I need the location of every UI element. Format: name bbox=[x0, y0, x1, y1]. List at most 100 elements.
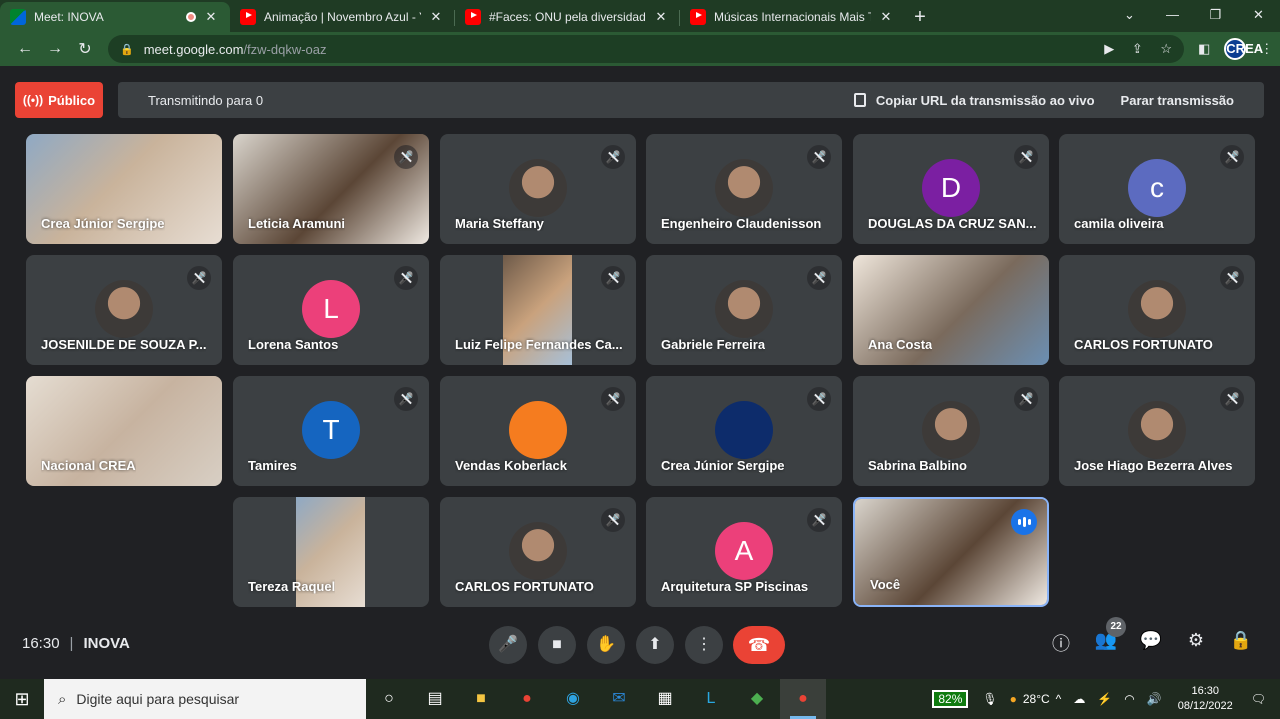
forward-arrow-icon[interactable]: → bbox=[40, 40, 70, 58]
app-l-icon[interactable]: L bbox=[688, 679, 734, 719]
chat-icon[interactable]: 💬 bbox=[1136, 630, 1166, 651]
mail-icon[interactable]: ✉ bbox=[596, 679, 642, 719]
side-panel-icon[interactable]: ◧ bbox=[1198, 41, 1210, 57]
muted-microphone-icon: 🎤 bbox=[394, 387, 418, 411]
participant-name: JOSENILDE DE SOUZA P... bbox=[41, 337, 207, 352]
leave-call-button[interactable]: ☎ bbox=[733, 626, 785, 664]
close-tab-icon[interactable]: ✕ bbox=[202, 9, 220, 25]
profile-avatar[interactable]: CREA bbox=[1224, 38, 1263, 60]
tab-youtube-3[interactable]: Músicas Internacionais Mais Toca ✕ bbox=[680, 2, 905, 32]
bookmark-star-icon[interactable]: ☆ bbox=[1160, 41, 1172, 56]
minimize-button[interactable]: — bbox=[1151, 0, 1194, 30]
avatar-logo bbox=[715, 401, 773, 459]
taskbar-search[interactable]: ⌕ Digite aqui para pesquisar bbox=[44, 679, 366, 719]
microphone-tray-icon[interactable]: 🎙 bbox=[982, 692, 997, 706]
meeting-details-icon[interactable]: ⓘ bbox=[1046, 630, 1076, 656]
file-explorer-icon[interactable]: ■ bbox=[458, 679, 504, 719]
participant-tile[interactable]: D 🎤 DOUGLAS DA CRUZ SAN... bbox=[853, 134, 1049, 244]
public-broadcast-button[interactable]: ((•)) Público bbox=[15, 82, 103, 118]
close-tab-icon[interactable]: ✕ bbox=[877, 9, 895, 25]
menu-dots-icon[interactable]: ⋮ bbox=[1260, 41, 1273, 57]
stop-broadcast-button[interactable]: Parar transmissão bbox=[1121, 93, 1234, 108]
participant-tile[interactable]: 🎤 Jose Hiago Bezerra Alves bbox=[1059, 376, 1255, 486]
maximize-button[interactable]: ❐ bbox=[1194, 0, 1237, 30]
participant-tile[interactable]: A 🎤 Arquitetura SP Piscinas bbox=[646, 497, 842, 607]
participant-tile[interactable]: Ana Costa bbox=[853, 255, 1049, 365]
muted-microphone-icon: 🎤 bbox=[601, 508, 625, 532]
weather-icon[interactable]: ● bbox=[1010, 692, 1017, 706]
tab-meet[interactable]: Meet: INOVA ✕ bbox=[0, 2, 230, 32]
avatar-photo bbox=[922, 401, 980, 459]
host-controls-icon[interactable]: 🔒 bbox=[1226, 630, 1256, 651]
camera-icon[interactable]: ▶ bbox=[1104, 41, 1114, 56]
participant-tile[interactable]: 🎤 Sabrina Balbino bbox=[853, 376, 1049, 486]
participant-tile[interactable]: Nacional CREA bbox=[26, 376, 222, 486]
recording-indicator-icon bbox=[186, 12, 196, 22]
participant-tile[interactable]: 🎤 Luiz Felipe Fernandes Ca... bbox=[440, 255, 636, 365]
app-green-icon[interactable]: ◆ bbox=[734, 679, 780, 719]
new-tab-button[interactable]: + bbox=[905, 2, 935, 32]
back-arrow-icon[interactable]: ← bbox=[10, 40, 40, 58]
copy-url-button[interactable]: Copiar URL da transmissão ao vivo bbox=[853, 93, 1095, 108]
task-view-icon[interactable]: ▤ bbox=[412, 679, 458, 719]
temperature[interactable]: 28°C bbox=[1023, 692, 1050, 706]
participant-tile[interactable]: Crea Júnior Sergipe bbox=[26, 134, 222, 244]
avatar-photo bbox=[95, 280, 153, 338]
muted-microphone-icon: 🎤 bbox=[1014, 387, 1038, 411]
participant-tile[interactable]: 🎤 Maria Steffany bbox=[440, 134, 636, 244]
present-screen-button[interactable]: ⬆ bbox=[636, 626, 674, 664]
chevron-up-icon[interactable]: ^ bbox=[1056, 692, 1062, 706]
cloud-icon[interactable]: ☁ bbox=[1073, 692, 1085, 706]
participant-tile[interactable]: 🎤 CARLOS FORTUNATO bbox=[440, 497, 636, 607]
participant-tile[interactable]: 🎤 Crea Júnior Sergipe bbox=[646, 376, 842, 486]
camera-button[interactable]: ■ bbox=[538, 626, 576, 664]
close-tab-icon[interactable]: ✕ bbox=[652, 9, 670, 25]
chrome-profile-icon[interactable]: ● bbox=[780, 679, 826, 719]
power-icon[interactable]: ⚡ bbox=[1097, 692, 1112, 706]
participant-name: Tamires bbox=[248, 458, 297, 473]
microphone-button[interactable]: 🎤 bbox=[489, 626, 527, 664]
participant-tile[interactable]: 🎤 Engenheiro Claudenisson bbox=[646, 134, 842, 244]
close-window-button[interactable]: ✕ bbox=[1237, 0, 1280, 30]
participant-tile[interactable]: L 🎤 Lorena Santos bbox=[233, 255, 429, 365]
tab-youtube-1[interactable]: Animação | Novembro Azul - You ✕ bbox=[230, 2, 455, 32]
youtube-icon bbox=[465, 9, 481, 25]
broadcast-status: Transmitindo para 0 bbox=[148, 92, 264, 108]
participant-tile[interactable]: Tereza Raquel bbox=[233, 497, 429, 607]
more-options-button[interactable]: ⋮ bbox=[685, 626, 723, 664]
participant-name: Sabrina Balbino bbox=[868, 458, 967, 473]
participant-name: Você bbox=[870, 577, 901, 592]
participant-tile[interactable]: 🎤 JOSENILDE DE SOUZA P... bbox=[26, 255, 222, 365]
tab-title: #Faces: ONU pela diversidade LG bbox=[489, 10, 646, 24]
volume-icon[interactable]: 🔊 bbox=[1147, 692, 1162, 706]
windows-start-icon[interactable]: ⊞ bbox=[0, 689, 44, 710]
participant-tile[interactable]: 🎤 CARLOS FORTUNATO bbox=[1059, 255, 1255, 365]
participant-tile[interactable]: 🎤 Leticia Aramuni bbox=[233, 134, 429, 244]
close-tab-icon[interactable]: ✕ bbox=[427, 9, 445, 25]
public-label: Público bbox=[48, 92, 96, 108]
participant-name: Maria Steffany bbox=[455, 216, 544, 231]
tab-youtube-2[interactable]: #Faces: ONU pela diversidade LG ✕ bbox=[455, 2, 680, 32]
participant-tile[interactable]: 🎤 Vendas Koberlack bbox=[440, 376, 636, 486]
participant-tile[interactable]: Você bbox=[853, 497, 1049, 607]
participant-tile[interactable]: c 🎤 camila oliveira bbox=[1059, 134, 1255, 244]
notification-icon[interactable]: 🗨 bbox=[1251, 692, 1266, 706]
edge-icon[interactable]: ◉ bbox=[550, 679, 596, 719]
store-icon[interactable]: ▦ bbox=[642, 679, 688, 719]
activities-icon[interactable]: ⚙ bbox=[1181, 630, 1211, 651]
participant-tile[interactable]: T 🎤 Tamires bbox=[233, 376, 429, 486]
reload-icon[interactable]: ↻ bbox=[70, 39, 100, 59]
wifi-icon[interactable]: ◠ bbox=[1124, 692, 1134, 706]
share-icon[interactable]: ⇪ bbox=[1132, 41, 1143, 56]
tab-search-icon[interactable]: ⌄ bbox=[1108, 0, 1151, 30]
battery-indicator[interactable]: 82% bbox=[932, 690, 969, 708]
muted-microphone-icon: 🎤 bbox=[807, 508, 831, 532]
cortana-icon[interactable]: ○ bbox=[366, 679, 412, 719]
participant-tile[interactable]: 🎤 Gabriele Ferreira bbox=[646, 255, 842, 365]
address-bar[interactable]: 🔒 meet.google.com/fzw-dqkw-oaz ▶ ⇪ ☆ bbox=[108, 35, 1184, 63]
raise-hand-button[interactable]: ✋ bbox=[587, 626, 625, 664]
participant-name: Nacional CREA bbox=[41, 458, 136, 473]
chrome-icon[interactable]: ● bbox=[504, 679, 550, 719]
taskbar-clock[interactable]: 16:30 08/12/2022 bbox=[1178, 684, 1233, 714]
participant-name: CARLOS FORTUNATO bbox=[1074, 337, 1213, 352]
